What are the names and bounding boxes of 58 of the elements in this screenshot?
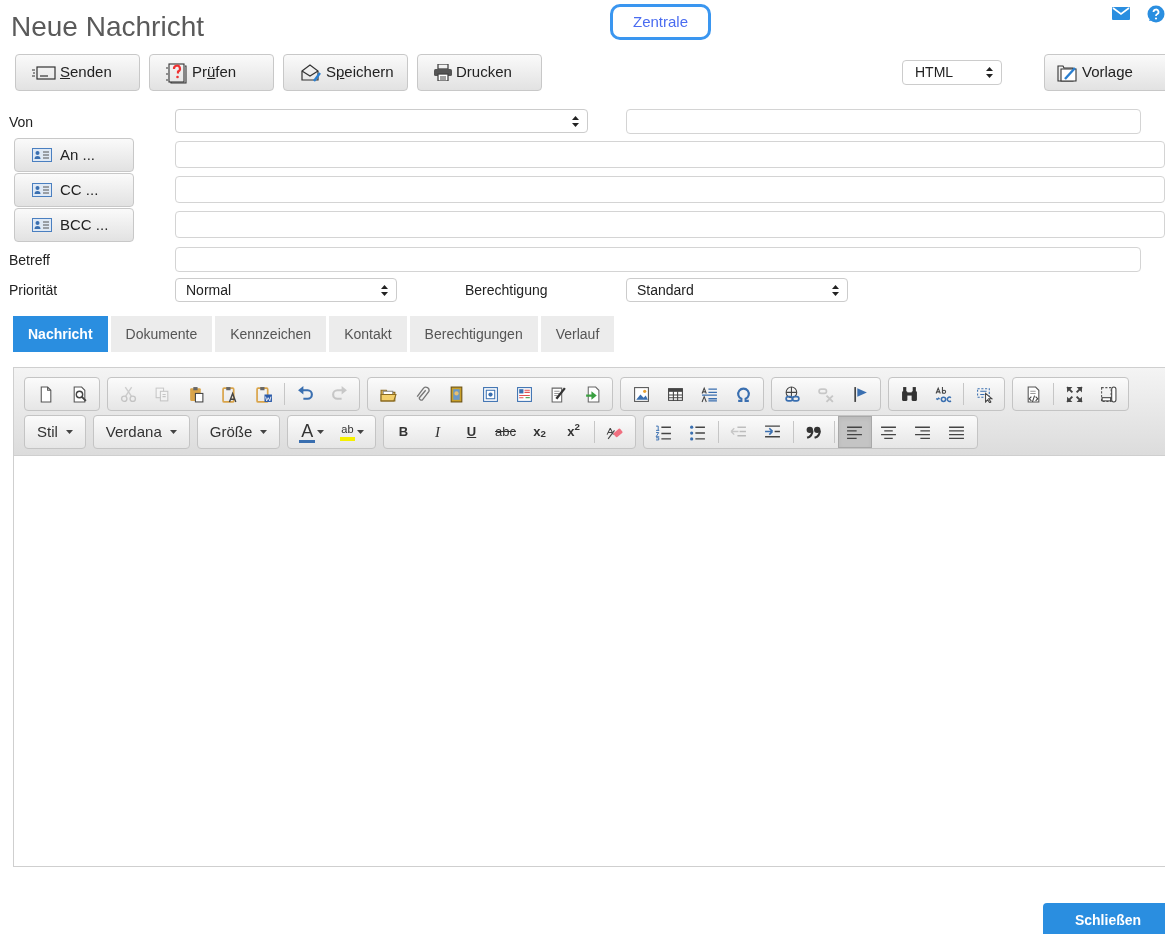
sender-field[interactable] bbox=[626, 109, 1141, 134]
subject-field[interactable] bbox=[175, 247, 1141, 272]
format-select[interactable]: HTML bbox=[902, 60, 1002, 85]
recipient-field[interactable] bbox=[175, 211, 1165, 238]
format-button[interactable]: I bbox=[420, 416, 455, 448]
contact-card-icon bbox=[32, 148, 52, 162]
priority-select[interactable]: Normal bbox=[175, 278, 397, 302]
mail-icon bbox=[1112, 7, 1130, 20]
action-button[interactable]: Speichern bbox=[283, 54, 408, 91]
field-label: Priorität bbox=[9, 281, 58, 300]
caret-icon bbox=[65, 430, 73, 434]
tab[interactable]: Kontakt bbox=[329, 316, 407, 352]
field-label: Von bbox=[9, 113, 34, 132]
checklist-icon bbox=[166, 61, 188, 84]
caret-icon bbox=[169, 430, 177, 434]
recipient-button[interactable]: CC ... bbox=[14, 173, 134, 207]
contact-card-icon bbox=[32, 183, 52, 197]
envelope-icon bbox=[32, 65, 56, 80]
updown-icon bbox=[572, 115, 579, 127]
caret-icon bbox=[317, 430, 325, 434]
contact-card-icon bbox=[32, 218, 52, 232]
permission-select[interactable]: Standard bbox=[626, 278, 848, 302]
printer-icon bbox=[434, 64, 452, 81]
tab[interactable]: Berechtigungen bbox=[409, 316, 538, 352]
caret-icon bbox=[260, 430, 268, 434]
dropdown-button[interactable]: Stil bbox=[28, 416, 82, 448]
field-label: Berechtigung bbox=[465, 281, 548, 300]
tab[interactable]: Verlauf bbox=[540, 316, 615, 352]
updown-icon bbox=[986, 67, 993, 78]
format-button[interactable]: B bbox=[386, 416, 421, 448]
updown-icon bbox=[832, 284, 839, 296]
action-button[interactable]: Senden bbox=[15, 54, 140, 91]
tab[interactable]: Dokumente bbox=[110, 316, 213, 352]
dropdown-button[interactable]: Größe bbox=[200, 416, 277, 448]
tab[interactable]: Kennzeichen bbox=[215, 316, 327, 352]
format-button[interactable]: abc bbox=[488, 416, 523, 448]
format-button[interactable]: x$^{2}$ bbox=[556, 416, 591, 448]
dropdown-button[interactable]: Verdana bbox=[96, 416, 186, 448]
help-icon bbox=[1146, 5, 1165, 24]
recipient-button[interactable]: BCC ... bbox=[14, 208, 134, 242]
updown-icon bbox=[381, 284, 388, 296]
highlight-button[interactable]: ab bbox=[332, 416, 372, 448]
recipient-field[interactable] bbox=[175, 176, 1165, 203]
recipient-button[interactable]: An ... bbox=[14, 138, 134, 172]
action-button[interactable]: Prüfen bbox=[149, 54, 274, 91]
page-title: Neue Nachricht bbox=[11, 10, 204, 44]
caret-icon bbox=[356, 430, 364, 434]
folder-pen-icon bbox=[1057, 63, 1078, 82]
text-color-button[interactable]: A bbox=[291, 416, 333, 448]
template-button[interactable]: Vorlage bbox=[1044, 54, 1165, 91]
action-button[interactable]: Drucken bbox=[417, 54, 542, 91]
format-button[interactable]: U bbox=[454, 416, 489, 448]
zentrale-button[interactable]: Zentrale bbox=[610, 4, 711, 40]
field-label: Betreff bbox=[9, 251, 50, 270]
envelope-pen-icon bbox=[300, 62, 322, 83]
format-button[interactable]: x$_{2}$ bbox=[522, 416, 557, 448]
align-left-button[interactable] bbox=[837, 416, 872, 448]
recipient-field[interactable] bbox=[175, 141, 1165, 168]
